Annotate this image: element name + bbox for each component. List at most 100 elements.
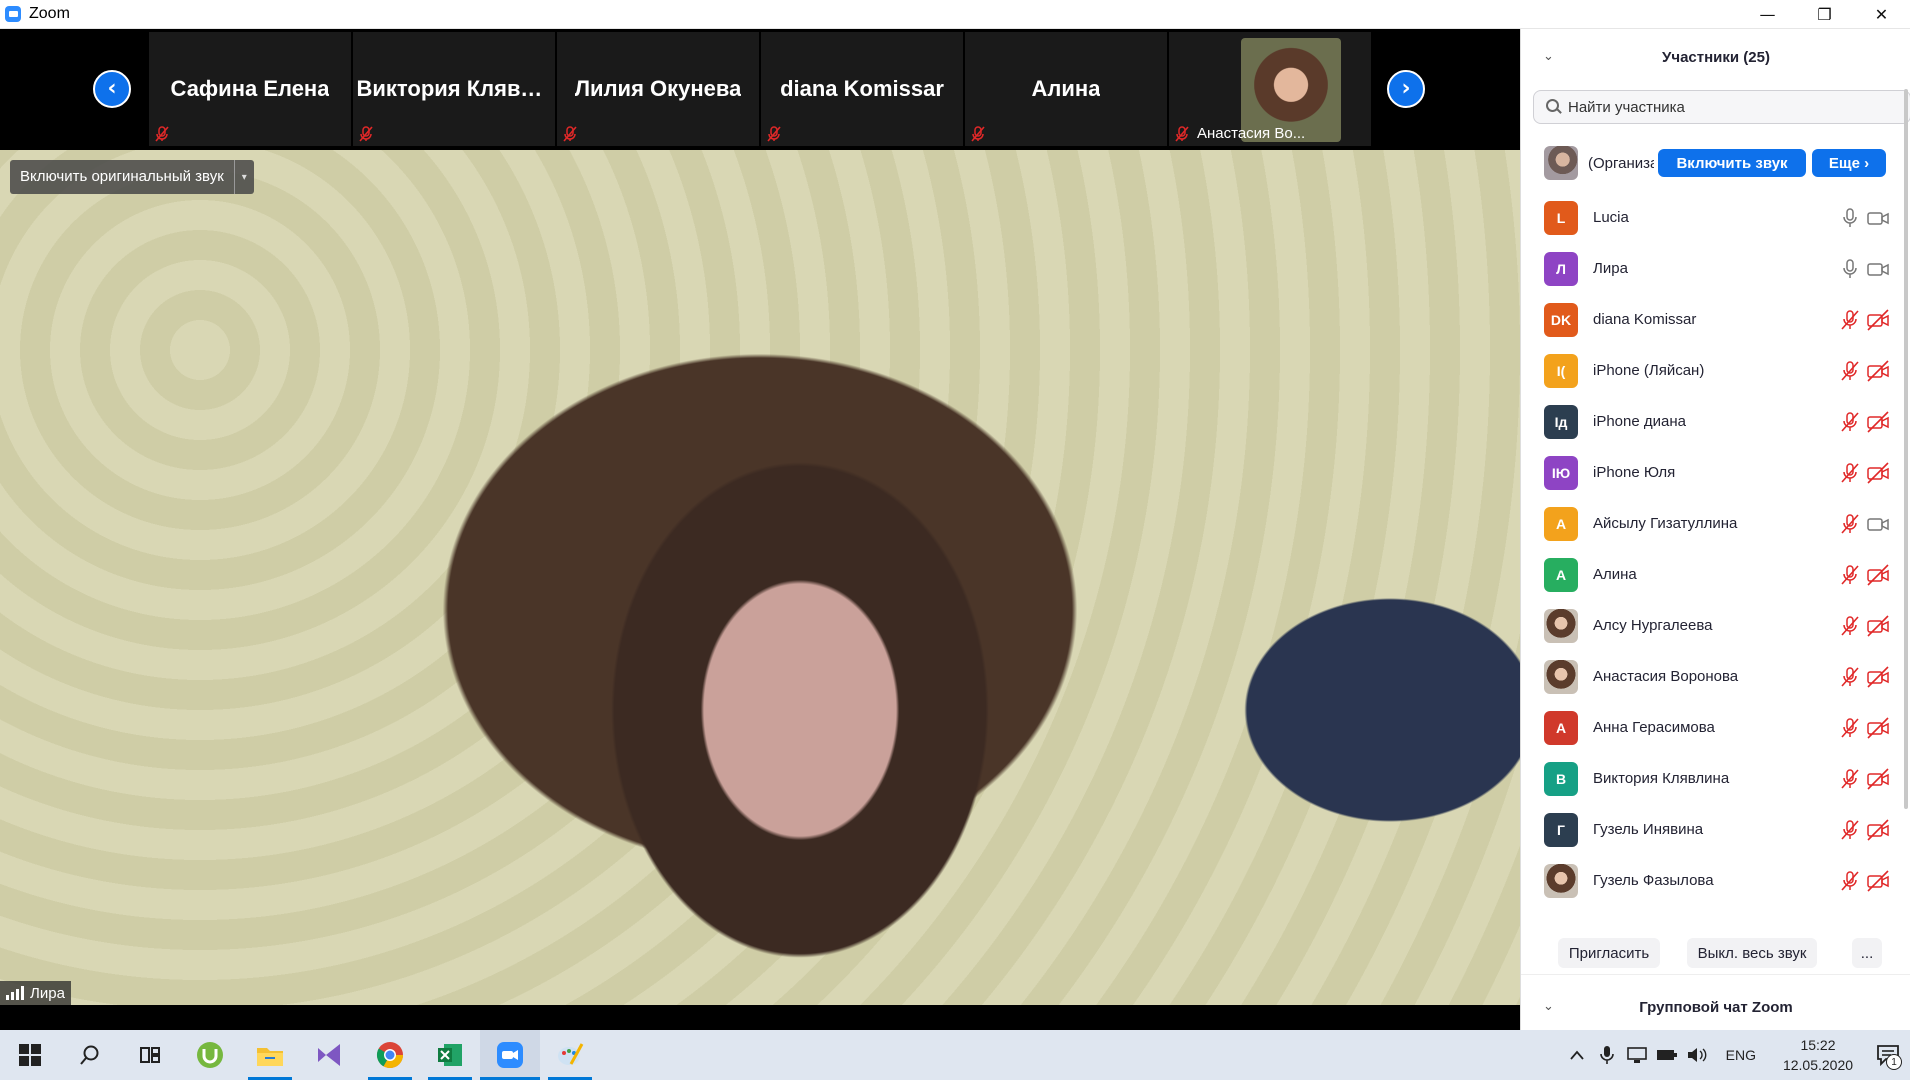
action-center-button[interactable]: 1 (1866, 1030, 1910, 1080)
video-off-icon[interactable] (1867, 615, 1889, 637)
tile-name: Сафина Елена (170, 76, 330, 101)
microphone-icon[interactable] (1839, 258, 1861, 280)
participant-row[interactable]: Iд iPhone диана (1521, 396, 1910, 447)
video-camera-icon[interactable] (1867, 207, 1889, 229)
taskbar-visual-studio[interactable] (300, 1030, 360, 1080)
collapse-chevron-icon[interactable]: ⌄ (1543, 999, 1554, 1014)
muted-mic-icon[interactable] (1839, 411, 1861, 433)
thumbnail-tile[interactable]: Виктория Клявлина (353, 32, 555, 146)
participant-search-input[interactable] (1568, 98, 1888, 116)
microphone-icon[interactable] (1839, 207, 1861, 229)
taskbar-search-button[interactable] (60, 1030, 120, 1080)
more-actions-button[interactable]: ... (1852, 938, 1882, 968)
participant-row[interactable]: Анастасия Воронова (1521, 651, 1910, 702)
taskbar-file-explorer[interactable] (240, 1030, 300, 1080)
task-view-button[interactable] (120, 1030, 180, 1080)
taskbar-paint[interactable] (540, 1030, 600, 1080)
participant-row[interactable]: А Айсылу Гизатуллина (1521, 498, 1910, 549)
video-off-icon[interactable] (1867, 462, 1889, 484)
tile-name: Анастасия Во... (1197, 125, 1306, 142)
video-camera-icon[interactable] (1867, 258, 1889, 280)
more-options-button[interactable]: Еще › (1812, 149, 1886, 177)
tray-microphone[interactable] (1592, 1030, 1622, 1080)
collapse-chevron-icon[interactable]: ⌄ (1543, 49, 1554, 64)
taskbar-utorrent[interactable] (180, 1030, 240, 1080)
muted-mic-icon[interactable] (1839, 462, 1861, 484)
input-language[interactable]: ENG (1712, 1047, 1770, 1063)
thumbnail-tile[interactable]: Алина (965, 32, 1167, 146)
muted-mic-icon[interactable] (1839, 768, 1861, 790)
muted-mic-icon (563, 126, 577, 142)
group-chat-header[interactable]: ⌄ Групповой чат Zoom (1521, 987, 1910, 1027)
muted-mic-icon[interactable] (1839, 513, 1861, 535)
tray-network[interactable] (1622, 1030, 1652, 1080)
original-sound-dropdown[interactable]: ▾ (233, 160, 254, 194)
participant-row[interactable]: В Виктория Клявлина (1521, 753, 1910, 804)
muted-mic-icon[interactable] (1839, 666, 1861, 688)
participant-row[interactable]: I(iPhone (Ляйсан) (1521, 345, 1910, 396)
taskbar-excel[interactable] (420, 1030, 480, 1080)
original-sound-button[interactable]: Включить оригинальный звук (10, 160, 234, 194)
video-off-icon[interactable] (1867, 768, 1889, 790)
paint-icon (558, 1043, 584, 1065)
participant-row[interactable]: Гузель Фазылова (1521, 855, 1910, 906)
host-row[interactable]: (Организатор) Включить звук Еще › (1521, 141, 1910, 185)
avatar: I( (1544, 353, 1578, 388)
restore-button[interactable]: ❐ (1796, 0, 1853, 29)
video-off-icon[interactable] (1867, 309, 1889, 331)
muted-mic-icon[interactable] (1839, 717, 1861, 739)
video-off-icon[interactable] (1867, 870, 1889, 892)
tray-volume[interactable] (1682, 1030, 1712, 1080)
participant-row[interactable]: Алсу Нургалеева (1521, 600, 1910, 651)
thumbnail-tiles: Сафина Елена Виктория Клявлина Лилия Оку… (149, 32, 1371, 146)
participant-row[interactable]: А Анна Герасимова (1521, 702, 1910, 753)
video-off-icon[interactable] (1867, 564, 1889, 586)
minimize-button[interactable]: — (1739, 0, 1796, 29)
close-button[interactable]: ✕ (1853, 0, 1910, 29)
participant-name: Гузель Фазылова (1593, 872, 1714, 889)
avatar: L (1544, 200, 1578, 235)
video-off-icon[interactable] (1867, 717, 1889, 739)
taskbar-zoom[interactable] (480, 1030, 540, 1080)
participant-row[interactable]: А Алина (1521, 549, 1910, 600)
muted-mic-icon (1175, 126, 1189, 142)
avatar (1544, 146, 1578, 180)
muted-mic-icon (359, 126, 373, 142)
tray-battery[interactable] (1652, 1030, 1682, 1080)
invite-button[interactable]: Пригласить (1558, 938, 1660, 968)
muted-mic-icon[interactable] (1839, 309, 1861, 331)
video-off-icon[interactable] (1867, 360, 1889, 382)
next-page-button[interactable]: › (1387, 70, 1425, 108)
clock[interactable]: 15:22 12.05.2020 (1770, 1035, 1866, 1075)
participant-name: Айсылу Гизатуллина (1593, 515, 1738, 532)
video-off-icon[interactable] (1867, 819, 1889, 841)
avatar: DK (1544, 302, 1578, 337)
muted-mic-icon[interactable] (1839, 564, 1861, 586)
muted-mic-icon[interactable] (1839, 615, 1861, 637)
participant-row[interactable]: DK diana Komissar (1521, 294, 1910, 345)
avatar: А (1544, 557, 1578, 592)
participant-row[interactable]: Л Лира (1521, 243, 1910, 294)
participant-row[interactable]: Г Гузель Инявина (1521, 804, 1910, 855)
video-camera-icon[interactable] (1867, 513, 1889, 535)
video-off-icon[interactable] (1867, 666, 1889, 688)
show-hidden-icons-button[interactable] (1562, 1030, 1592, 1080)
taskbar-chrome[interactable] (360, 1030, 420, 1080)
thumbnail-tile[interactable]: Лилия Окунева (557, 32, 759, 146)
mute-all-button[interactable]: Выкл. весь звук (1687, 938, 1817, 968)
participant-list-scrollbar[interactable] (1904, 89, 1908, 809)
visual-studio-icon (318, 1044, 340, 1066)
video-off-icon[interactable] (1867, 411, 1889, 433)
unmute-participant-button[interactable]: Включить звук (1658, 149, 1806, 177)
participant-row[interactable]: IЮ iPhone Юля (1521, 447, 1910, 498)
muted-mic-icon[interactable] (1839, 819, 1861, 841)
thumbnail-tile[interactable]: Сафина Елена (149, 32, 351, 146)
start-button[interactable] (0, 1030, 60, 1080)
prev-page-button[interactable]: ‹ (93, 70, 131, 108)
participant-row[interactable]: L Lucia (1521, 192, 1910, 243)
muted-mic-icon[interactable] (1839, 360, 1861, 382)
thumbnail-tile[interactable]: Анастасия Во... (1169, 32, 1371, 146)
thumbnail-tile[interactable]: diana Komissar (761, 32, 963, 146)
muted-mic-icon[interactable] (1839, 870, 1861, 892)
participants-header: ⌄ Участники (25) (1521, 29, 1910, 85)
